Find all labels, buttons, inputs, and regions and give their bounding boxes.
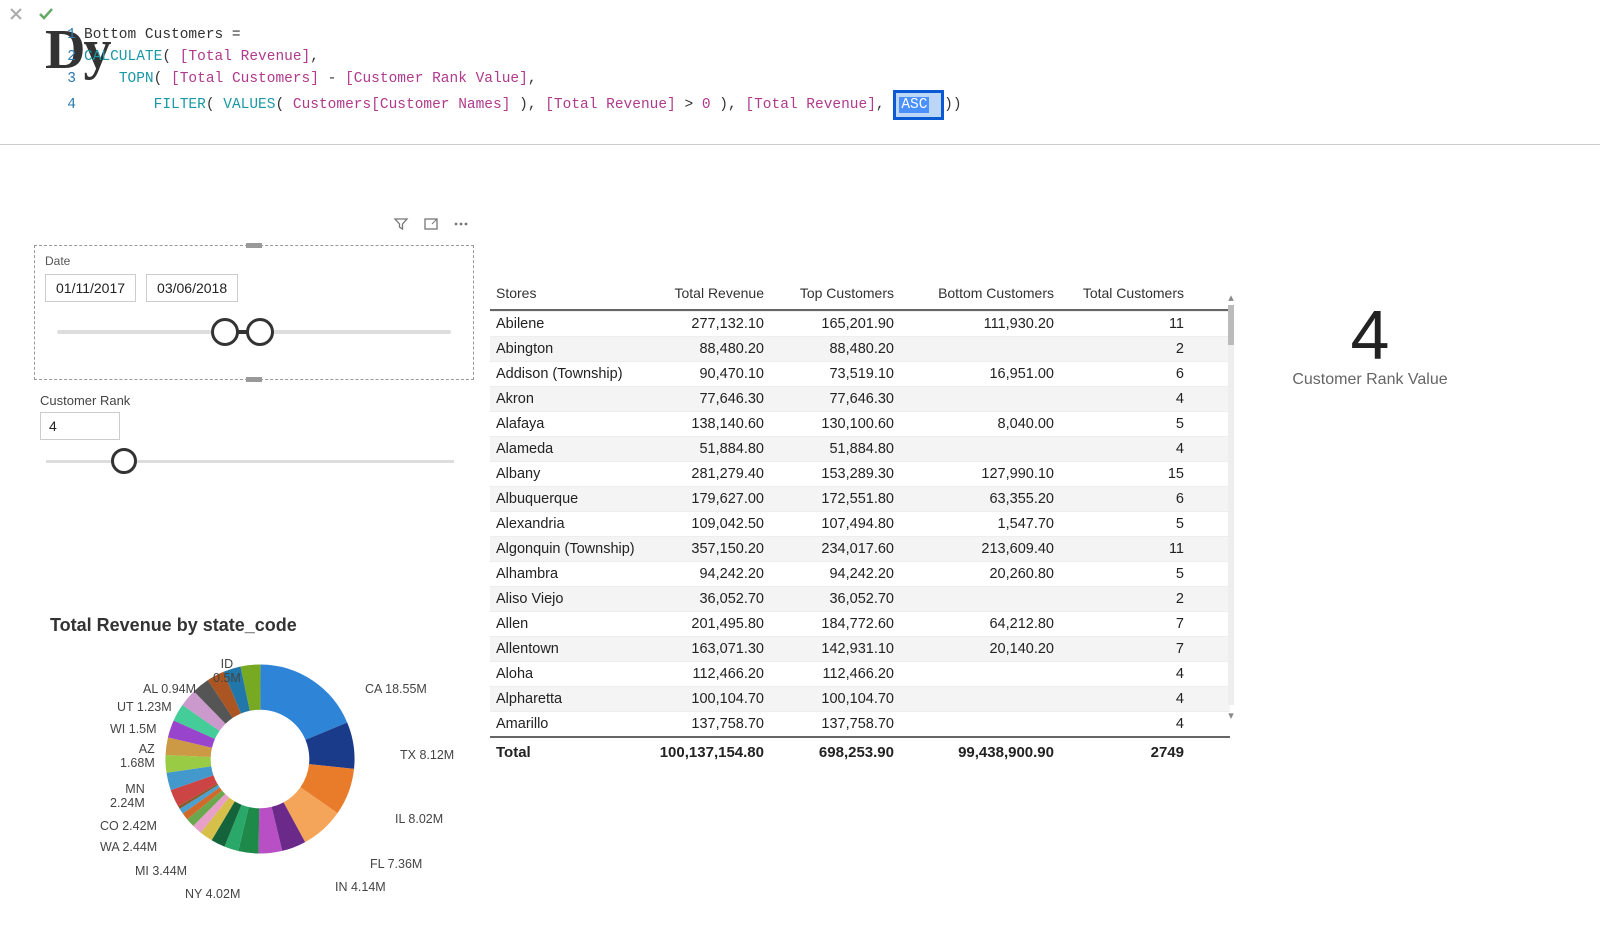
date-range-thumb-start[interactable] [211, 318, 239, 346]
table-row[interactable]: Abilene277,132.10165,201.90111,930.2011 [490, 311, 1230, 336]
formula-editor[interactable]: 1Bottom Customers = 2CALCULATE( [Total R… [62, 0, 962, 144]
label-in: IN 4.14M [335, 880, 386, 894]
table-row[interactable]: Alpharetta100,104.70100,104.704 [490, 686, 1230, 711]
label-mi: MI 3.44M [135, 864, 187, 878]
customer-rank-card[interactable]: 4 Customer Rank Value [1260, 295, 1480, 389]
date-to-input[interactable]: 03/06/2018 [146, 274, 238, 302]
formula-line1: Bottom Customers = [84, 27, 241, 43]
ref-customer-names: Customers[Customer Names] [293, 97, 511, 113]
col-revenue[interactable]: Total Revenue [650, 283, 770, 303]
table-row[interactable]: Alexandria109,042.50107,494.801,547.705 [490, 511, 1230, 536]
col-bottom[interactable]: Bottom Customers [900, 283, 1060, 303]
col-top[interactable]: Top Customers [770, 283, 900, 303]
label-wa: WA 2.44M [100, 840, 157, 854]
ref-customer-rank-value: [Customer Rank Value] [345, 71, 528, 87]
rank-range-thumb[interactable] [111, 448, 137, 474]
date-slicer-visual[interactable]: Date 01/11/2017 03/06/2018 [34, 245, 474, 380]
table-row[interactable]: Abington88,480.2088,480.202 [490, 336, 1230, 361]
label-al: AL 0.94M [143, 682, 196, 696]
ref-total-customers: [Total Customers] [171, 71, 319, 87]
rank-slicer-title: Customer Rank [40, 393, 460, 408]
resize-handle-top[interactable] [246, 243, 262, 248]
label-il: IL 8.02M [395, 812, 443, 826]
label-ca: CA 18.55M [365, 682, 427, 696]
label-mn: MN2.24M [110, 782, 145, 810]
table-row[interactable]: Alhambra94,242.2094,242.2020,260.805 [490, 561, 1230, 586]
table-body: Abilene277,132.10165,201.90111,930.2011A… [490, 311, 1230, 736]
table-row[interactable]: Albany281,279.40153,289.30127,990.1015 [490, 461, 1230, 486]
scroll-down-icon[interactable]: ▾ [1224, 709, 1238, 723]
commit-formula-icon[interactable] [36, 4, 56, 24]
kw-values: VALUES [223, 97, 275, 113]
date-from-input[interactable]: 01/11/2017 [45, 274, 136, 302]
kw-topn: TOPN [119, 71, 154, 87]
scroll-up-icon[interactable]: ▴ [1224, 291, 1238, 305]
table-total-row: Total 100,137,154.80 698,253.90 99,438,9… [490, 736, 1230, 763]
card-value: 4 [1260, 295, 1480, 375]
label-ny: NY 4.02M [185, 887, 240, 901]
rank-value-input[interactable]: 4 [40, 412, 120, 440]
filter-icon[interactable] [393, 216, 409, 235]
focus-mode-icon[interactable] [423, 216, 439, 235]
table-row[interactable]: Allen201,495.80184,772.6064,212.807 [490, 611, 1230, 636]
kw-asc: ASC [899, 97, 929, 113]
ref-total-revenue: [Total Revenue] [180, 49, 311, 65]
customer-rank-slicer[interactable]: Customer Rank 4 [40, 393, 460, 463]
formula-bar: 1Bottom Customers = 2CALCULATE( [Total R… [0, 0, 1600, 145]
col-total[interactable]: Total Customers [1060, 283, 1190, 303]
table-row[interactable]: Akron77,646.3077,646.304 [490, 386, 1230, 411]
rank-range-track[interactable] [46, 460, 454, 463]
table-row[interactable]: Algonquin (Township)357,150.20234,017.60… [490, 536, 1230, 561]
table-row[interactable]: Addison (Township)90,470.1073,519.1016,9… [490, 361, 1230, 386]
date-range-track[interactable] [57, 330, 451, 334]
table-row[interactable]: Alameda51,884.8051,884.804 [490, 436, 1230, 461]
table-scrollbar[interactable]: ▴ ▾ [1224, 291, 1238, 731]
label-id: ID0.5M [213, 657, 241, 685]
asc-highlight: ASC [893, 90, 944, 120]
donut-title: Total Revenue by state_code [50, 615, 470, 636]
date-range-thumb-end[interactable] [246, 318, 274, 346]
ref-total-revenue-3: [Total Revenue] [745, 97, 876, 113]
table-row[interactable]: Aloha112,466.20112,466.204 [490, 661, 1230, 686]
label-az: AZ1.68M [120, 742, 155, 770]
label-wi: WI 1.5M [110, 722, 157, 736]
table-row[interactable]: Aliso Viejo36,052.7036,052.702 [490, 586, 1230, 611]
table-row[interactable]: Albuquerque179,627.00172,551.8063,355.20… [490, 486, 1230, 511]
ref-total-revenue-2: [Total Revenue] [545, 97, 676, 113]
label-co: CO 2.42M [100, 819, 157, 833]
kw-calculate: CALCULATE [84, 49, 162, 65]
label-ut: UT 1.23M [117, 700, 172, 714]
kw-filter: FILTER [154, 97, 206, 113]
resize-handle-bottom[interactable] [246, 377, 262, 382]
cancel-formula-icon[interactable] [6, 4, 26, 24]
donut-chart-visual[interactable]: Total Revenue by state_code [50, 615, 470, 942]
date-slicer-title: Date [45, 254, 463, 268]
scroll-thumb[interactable] [1228, 305, 1234, 345]
card-caption: Customer Rank Value [1260, 371, 1480, 389]
table-header: Stores Total Revenue Top Customers Botto… [490, 283, 1230, 311]
stores-table-visual[interactable]: Stores Total Revenue Top Customers Botto… [490, 283, 1230, 763]
table-row[interactable]: Amarillo137,758.70137,758.704 [490, 711, 1230, 736]
col-stores[interactable]: Stores [490, 283, 650, 303]
label-tx: TX 8.12M [400, 748, 454, 762]
label-fl: FL 7.36M [370, 857, 422, 871]
more-options-icon[interactable] [453, 216, 469, 235]
table-row[interactable]: Allentown163,071.30142,931.1020,140.207 [490, 636, 1230, 661]
table-row[interactable]: Alafaya138,140.60130,100.608,040.005 [490, 411, 1230, 436]
